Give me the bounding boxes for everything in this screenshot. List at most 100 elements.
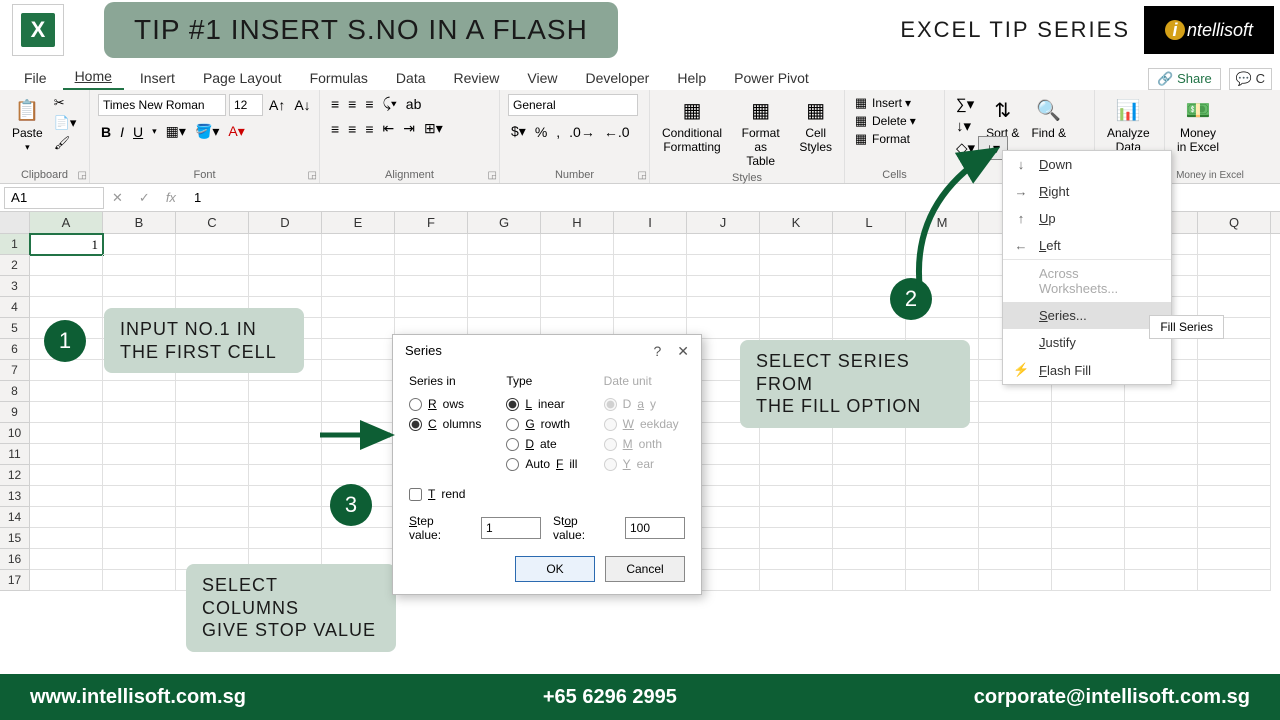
percent-icon[interactable]: %	[532, 123, 550, 141]
cell-I3[interactable]	[614, 276, 687, 297]
tab-data[interactable]: Data	[384, 66, 438, 90]
row-header-12[interactable]: 12	[0, 465, 30, 486]
cell-L11[interactable]	[833, 444, 906, 465]
cell-P9[interactable]	[1125, 402, 1198, 423]
cell-A9[interactable]	[30, 402, 103, 423]
align-middle-icon[interactable]: ≡	[345, 95, 359, 113]
col-header-G[interactable]: G	[468, 212, 541, 233]
row-header-4[interactable]: 4	[0, 297, 30, 318]
cell-A7[interactable]	[30, 360, 103, 381]
decrease-font-icon[interactable]: A↓	[291, 96, 313, 114]
clipboard-launcher-icon[interactable]: ◲	[78, 170, 87, 181]
cancel-formula-icon[interactable]: ✕	[104, 190, 131, 206]
cell-D11[interactable]	[249, 444, 322, 465]
cell-C11[interactable]	[176, 444, 249, 465]
formula-value[interactable]: 1	[184, 190, 201, 205]
cell-K3[interactable]	[760, 276, 833, 297]
growth-radio[interactable]: Growth	[506, 414, 587, 434]
cell-A14[interactable]	[30, 507, 103, 528]
cell-C1[interactable]	[176, 234, 249, 255]
cell-A11[interactable]	[30, 444, 103, 465]
cell-C9[interactable]	[176, 402, 249, 423]
cell-Q11[interactable]	[1198, 444, 1271, 465]
cell-Q3[interactable]	[1198, 276, 1271, 297]
cell-E3[interactable]	[322, 276, 395, 297]
cell-A1[interactable]: 1	[30, 234, 103, 255]
col-header-H[interactable]: H	[541, 212, 614, 233]
cell-C12[interactable]	[176, 465, 249, 486]
cut-icon[interactable]: ✂	[51, 94, 80, 112]
money-in-excel-button[interactable]: 💵Money in Excel	[1173, 94, 1223, 156]
cell-N13[interactable]	[979, 486, 1052, 507]
cell-L12[interactable]	[833, 465, 906, 486]
date-radio[interactable]: Date	[506, 434, 587, 454]
col-header-D[interactable]: D	[249, 212, 322, 233]
share-button[interactable]: 🔗 Share	[1148, 68, 1221, 90]
cell-Q12[interactable]	[1198, 465, 1271, 486]
bold-button[interactable]: B	[98, 123, 114, 141]
delete-cells-button[interactable]: ▦Delete ▾	[853, 112, 916, 130]
cell-M12[interactable]	[906, 465, 979, 486]
col-header-E[interactable]: E	[322, 212, 395, 233]
find-select-button[interactable]: 🔍Find &	[1027, 94, 1070, 142]
cell-K17[interactable]	[760, 570, 833, 591]
cell-Q15[interactable]	[1198, 528, 1271, 549]
cell-G2[interactable]	[468, 255, 541, 276]
fill-left-item[interactable]: ←Left	[1003, 232, 1171, 259]
enter-formula-icon[interactable]: ✓	[131, 190, 158, 206]
cell-A17[interactable]	[30, 570, 103, 591]
cell-O13[interactable]	[1052, 486, 1125, 507]
cell-I2[interactable]	[614, 255, 687, 276]
cell-D8[interactable]	[249, 381, 322, 402]
cell-Q13[interactable]	[1198, 486, 1271, 507]
cell-D3[interactable]	[249, 276, 322, 297]
cell-O10[interactable]	[1052, 423, 1125, 444]
cell-E15[interactable]	[322, 528, 395, 549]
dialog-close-icon[interactable]: ✕	[677, 343, 689, 360]
insert-cells-button[interactable]: ▦Insert ▾	[853, 94, 916, 112]
cell-N14[interactable]	[979, 507, 1052, 528]
align-top-icon[interactable]: ≡	[328, 95, 342, 113]
row-header-7[interactable]: 7	[0, 360, 30, 381]
cell-O16[interactable]	[1052, 549, 1125, 570]
cell-C15[interactable]	[176, 528, 249, 549]
increase-font-icon[interactable]: A↑	[266, 96, 288, 114]
cell-O12[interactable]	[1052, 465, 1125, 486]
select-all-corner[interactable]	[0, 212, 30, 233]
cell-E1[interactable]	[322, 234, 395, 255]
cell-K1[interactable]	[760, 234, 833, 255]
cell-G3[interactable]	[468, 276, 541, 297]
cell-A13[interactable]	[30, 486, 103, 507]
cell-H2[interactable]	[541, 255, 614, 276]
col-header-F[interactable]: F	[395, 212, 468, 233]
cell-Q9[interactable]	[1198, 402, 1271, 423]
cell-P16[interactable]	[1125, 549, 1198, 570]
cell-P12[interactable]	[1125, 465, 1198, 486]
cell-C13[interactable]	[176, 486, 249, 507]
cell-Q6[interactable]	[1198, 339, 1271, 360]
cell-K2[interactable]	[760, 255, 833, 276]
row-header-10[interactable]: 10	[0, 423, 30, 444]
cell-K15[interactable]	[760, 528, 833, 549]
border-icon[interactable]: ▦▾	[163, 122, 189, 141]
col-header-K[interactable]: K	[760, 212, 833, 233]
cell-F1[interactable]	[395, 234, 468, 255]
fill-up-item[interactable]: ↑Up	[1003, 205, 1171, 232]
tab-view[interactable]: View	[515, 66, 569, 90]
tab-insert[interactable]: Insert	[128, 66, 187, 90]
cell-K12[interactable]	[760, 465, 833, 486]
col-header-C[interactable]: C	[176, 212, 249, 233]
cell-M14[interactable]	[906, 507, 979, 528]
cell-C2[interactable]	[176, 255, 249, 276]
cell-E12[interactable]	[322, 465, 395, 486]
cell-L16[interactable]	[833, 549, 906, 570]
cell-C8[interactable]	[176, 381, 249, 402]
cell-A8[interactable]	[30, 381, 103, 402]
cell-D14[interactable]	[249, 507, 322, 528]
dialog-help-icon[interactable]: ?	[653, 343, 661, 360]
cell-Q7[interactable]	[1198, 360, 1271, 381]
cell-H1[interactable]	[541, 234, 614, 255]
font-size-select[interactable]	[229, 94, 263, 116]
row-header-5[interactable]: 5	[0, 318, 30, 339]
cell-B14[interactable]	[103, 507, 176, 528]
